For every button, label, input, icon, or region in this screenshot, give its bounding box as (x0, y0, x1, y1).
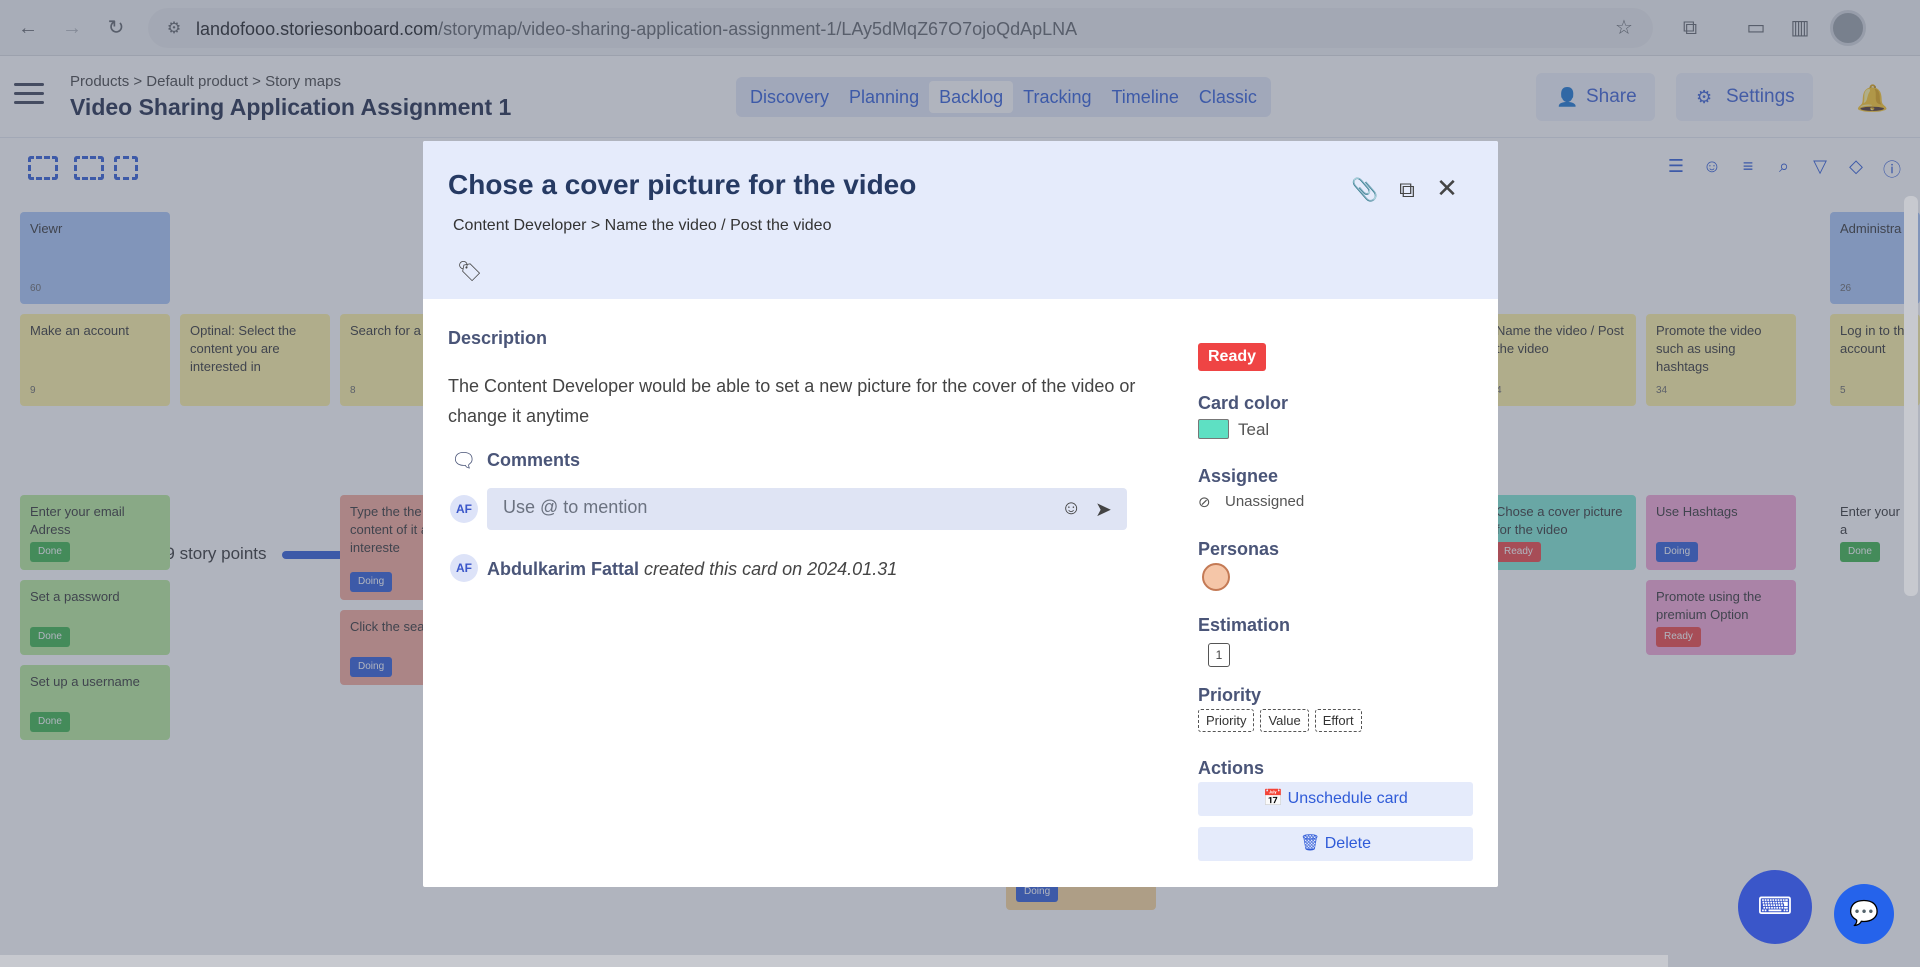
personas-heading: Personas (1198, 539, 1280, 559)
path-step[interactable]: Name the video / Post the video (605, 217, 832, 234)
avatar: AF (450, 554, 478, 582)
card-color-heading: Card color (1198, 393, 1289, 413)
unschedule-card-button[interactable]: 📅 Unschedule card (1198, 782, 1473, 816)
horizontal-scrollbar[interactable] (0, 955, 1668, 967)
path-separator: > (590, 217, 601, 234)
card-color-value[interactable]: Teal (1238, 420, 1269, 440)
priority-heading: Priority (1198, 685, 1262, 705)
tag-icon[interactable]: 🏷 (457, 259, 482, 284)
activity-user: Abdulkarim Fattal (487, 559, 640, 579)
avatar: AF (450, 495, 478, 523)
delete-button[interactable]: 🗑 Delete (1198, 827, 1473, 861)
assignee-heading: Assignee (1198, 466, 1279, 486)
estimation-heading: Estimation (1198, 615, 1291, 635)
activity-text: created this card on 2024.01.31 (644, 559, 898, 579)
card-detail-modal: Chose a cover picture for the video Cont… (423, 141, 1498, 887)
comments-icon: 🗨 (451, 450, 477, 472)
vertical-scrollbar[interactable] (1904, 196, 1918, 596)
persona-avatar[interactable] (1202, 563, 1230, 591)
chat-support-button[interactable]: 💬 (1834, 884, 1894, 944)
activity-entry: Abdulkarim Fattal created this card on 2… (487, 559, 897, 580)
comment-input[interactable] (503, 497, 1023, 518)
emoji-icon[interactable]: ☺ (1061, 497, 1081, 520)
comment-box[interactable]: ☺ ➤ (487, 488, 1127, 530)
description-text[interactable]: The Content Developer would be able to s… (448, 371, 1178, 431)
calendar-icon: 📅 (1263, 790, 1284, 807)
user-off-icon: ⊘ (1198, 494, 1211, 511)
unschedule-label: Unschedule card (1287, 790, 1408, 807)
trash-icon: 🗑 (1299, 835, 1321, 852)
card-sidebar: Ready Card color Teal Assignee ⊘ Unassig… (1198, 141, 1478, 887)
status-badge[interactable]: Ready (1198, 343, 1267, 371)
assignee-value[interactable]: Unassigned (1225, 493, 1304, 510)
description-heading: Description (448, 328, 548, 348)
chat-icon: 💬 (1849, 900, 1879, 927)
priority-chips: Priority Value Effort (1198, 709, 1362, 732)
comments-heading: Comments (487, 450, 581, 470)
delete-label: Delete (1324, 835, 1371, 852)
color-swatch[interactable] (1198, 419, 1229, 439)
actions-heading: Actions (1198, 758, 1265, 778)
keyboard-shortcuts-button[interactable]: ⌨ (1738, 870, 1812, 944)
card-path: Content Developer > Name the video / Pos… (453, 217, 831, 235)
effort-chip[interactable]: Effort (1314, 709, 1362, 732)
card-title[interactable]: Chose a cover picture for the video (448, 169, 916, 201)
send-icon[interactable]: ➤ (1095, 497, 1112, 522)
path-activity[interactable]: Content Developer (453, 217, 586, 234)
priority-chip[interactable]: Priority (1198, 709, 1255, 732)
estimation-value[interactable]: 1 (1208, 643, 1230, 667)
keyboard-icon: ⌨ (1757, 893, 1793, 920)
value-chip[interactable]: Value (1260, 709, 1309, 732)
